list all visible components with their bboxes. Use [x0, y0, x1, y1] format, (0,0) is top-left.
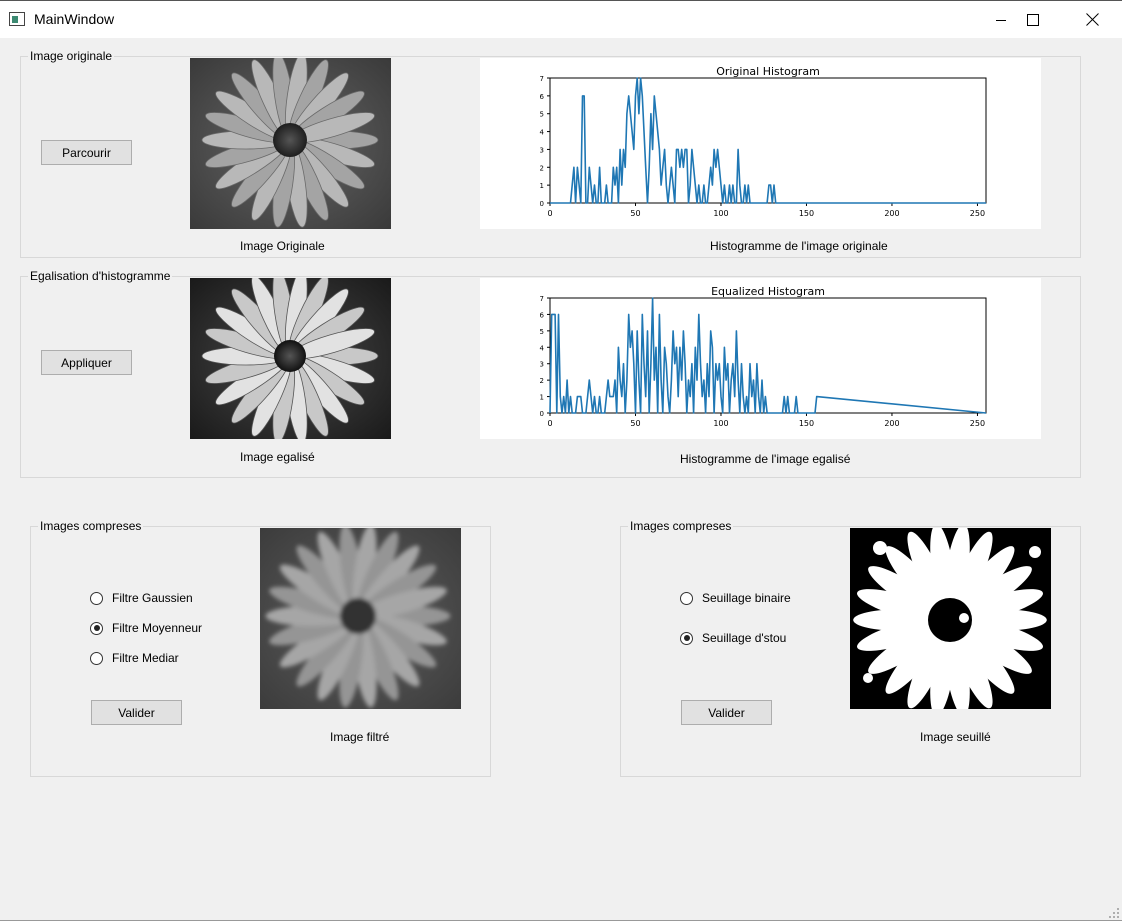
- y-tick-label: 7: [540, 295, 544, 303]
- x-tick-label: 50: [630, 419, 640, 428]
- y-tick-label: 1: [540, 394, 544, 402]
- x-tick-label: 250: [970, 209, 985, 218]
- gaussian-filter-radio[interactable]: Filtre Gaussien: [90, 591, 193, 605]
- daisy-blurred-image: [260, 528, 461, 709]
- maximize-icon: [1027, 13, 1039, 26]
- y-tick-label: 6: [540, 311, 545, 319]
- chart-title: Equalized Histogram: [711, 285, 825, 298]
- radio-indicator: [90, 621, 103, 635]
- y-tick-label: 3: [540, 146, 544, 154]
- y-tick-label: 5: [540, 328, 544, 336]
- original-image-caption: Image Originale: [240, 239, 325, 253]
- x-tick-label: 100: [713, 419, 728, 428]
- filtered-image-caption: Image filtré: [330, 730, 390, 744]
- chart-title: Original Histogram: [716, 65, 820, 78]
- y-tick-label: 7: [540, 75, 544, 83]
- x-tick-label: 200: [884, 209, 899, 218]
- filter-group-title: Images compreses: [38, 519, 144, 533]
- equalized-image-caption: Image egalisé: [240, 450, 315, 464]
- thresholded-image-caption: Image seuillé: [920, 730, 991, 744]
- daisy-binary-image: [850, 528, 1051, 709]
- original-image: [190, 58, 391, 229]
- title-bar: MainWindow: [0, 0, 1122, 38]
- app-window-icon: [9, 12, 25, 26]
- radio-indicator: [680, 591, 693, 605]
- y-tick-label: 3: [540, 361, 544, 369]
- y-tick-label: 1: [540, 182, 544, 190]
- y-tick-label: 4: [540, 344, 545, 352]
- minimize-icon: [996, 19, 1006, 21]
- filtered-image: [260, 528, 461, 709]
- original-histogram-plot: Original Histogram 0 50 100 150 200 250 0 1 2 3 4 5 6…: [480, 58, 1041, 229]
- close-icon: [1085, 13, 1099, 26]
- equalized-image: [190, 278, 391, 439]
- y-tick-label: 5: [540, 111, 544, 119]
- y-tick-label: 0: [540, 410, 544, 418]
- x-tick-label: 200: [884, 419, 899, 428]
- threshold-validate-button[interactable]: Valider: [681, 700, 772, 725]
- browse-button[interactable]: Parcourir: [41, 140, 132, 165]
- resize-grip-icon[interactable]: [1108, 907, 1120, 919]
- radio-label: Seuillage d'stou: [702, 631, 787, 645]
- x-tick-label: 150: [799, 209, 814, 218]
- y-tick-label: 6: [540, 93, 545, 101]
- y-tick-label: 4: [540, 129, 545, 137]
- radio-indicator: [90, 591, 103, 605]
- original-histogram-caption: Histogramme de l'image originale: [710, 239, 888, 253]
- daisy-grayscale-image: [190, 58, 391, 229]
- thresholded-image: [850, 528, 1051, 709]
- maximize-button[interactable]: [1010, 1, 1056, 38]
- equalized-histogram-plot: Equalized Histogram 0 50 100 150 200 250 0 1 2 3 4 5…: [480, 278, 1041, 439]
- equalize-group-title: Egalisation d'histogramme: [28, 269, 173, 283]
- radio-label: Seuillage binaire: [702, 591, 791, 605]
- mean-filter-radio[interactable]: Filtre Moyenneur: [90, 621, 202, 635]
- radio-label: Filtre Moyenneur: [112, 621, 203, 635]
- equalized-histogram-caption: Histogramme de l'image egalisé: [680, 452, 851, 466]
- x-tick-label: 0: [547, 419, 552, 428]
- window-title: MainWindow: [34, 11, 115, 27]
- original-group-title: Image originale: [28, 49, 115, 63]
- x-tick-label: 250: [970, 419, 985, 428]
- otsu-threshold-radio[interactable]: Seuillage d'stou: [680, 631, 786, 645]
- filter-validate-button[interactable]: Valider: [91, 700, 182, 725]
- radio-label: Filtre Gaussien: [112, 591, 193, 605]
- binary-threshold-radio[interactable]: Seuillage binaire: [680, 591, 791, 605]
- daisy-equalized-image: [190, 278, 391, 439]
- x-tick-label: 150: [799, 419, 814, 428]
- y-tick-label: 2: [540, 164, 544, 172]
- x-tick-label: 50: [630, 209, 640, 218]
- radio-indicator: [90, 651, 103, 665]
- radio-label: Filtre Mediar: [112, 651, 179, 665]
- threshold-group-title: Images compreses: [628, 519, 734, 533]
- y-tick-label: 2: [540, 377, 544, 385]
- close-button[interactable]: [1069, 1, 1115, 38]
- radio-indicator: [680, 631, 693, 645]
- x-tick-label: 0: [547, 209, 552, 218]
- y-tick-label: 0: [540, 200, 544, 208]
- histogram-line: [549, 297, 987, 414]
- original-histogram-chart: Original Histogram 0 50 100 150 200 250 0 1 2 3 4 5 6…: [540, 65, 987, 218]
- median-filter-radio[interactable]: Filtre Mediar: [90, 651, 179, 665]
- x-tick-label: 100: [713, 209, 728, 218]
- histogram-line: [550, 77, 986, 204]
- apply-button[interactable]: Appliquer: [41, 350, 132, 375]
- equalized-histogram-chart: Equalized Histogram 0 50 100 150 200 250 0 1 2 3 4 5…: [540, 285, 987, 428]
